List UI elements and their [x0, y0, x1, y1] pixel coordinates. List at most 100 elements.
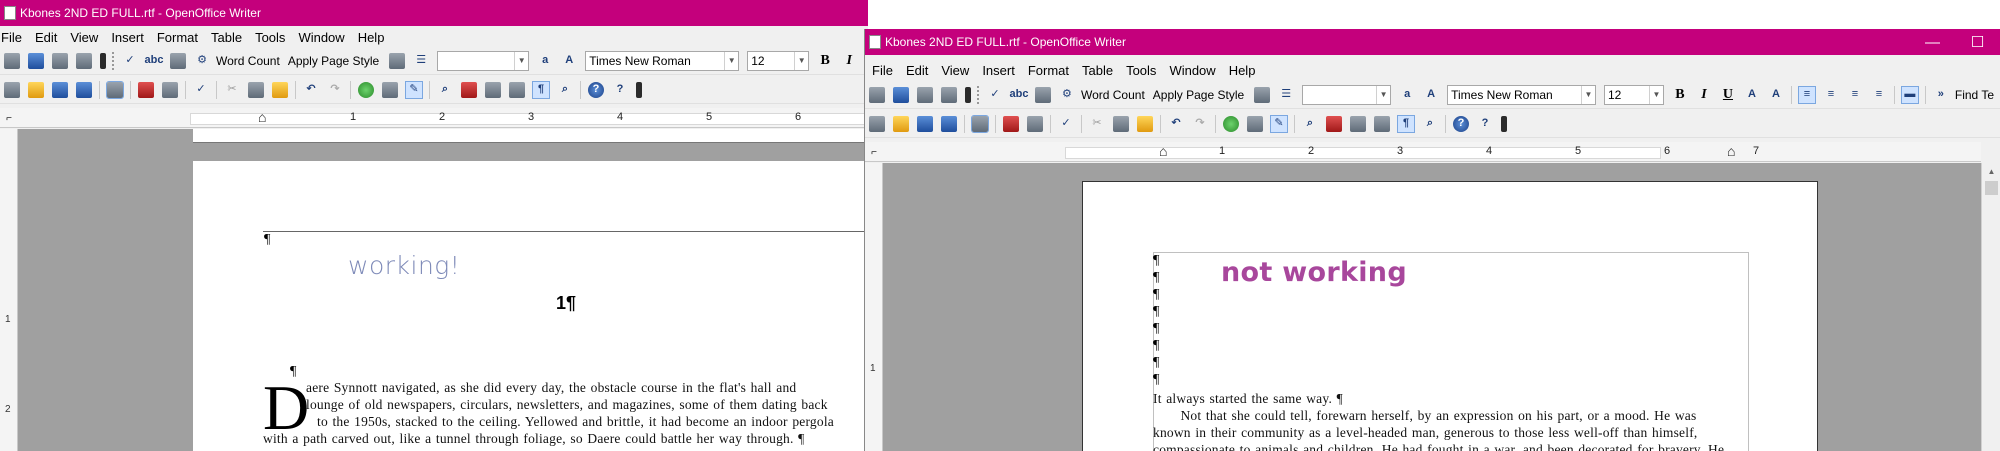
line-spacing-icon[interactable]: ▬	[1900, 85, 1919, 104]
more-tools-icon[interactable]: »	[1933, 87, 1949, 103]
left-menu-help[interactable]: Help	[351, 30, 391, 45]
working-text-image[interactable]: working!	[348, 251, 460, 280]
right-menu-format[interactable]: Format	[1021, 63, 1075, 78]
tab-type-icon[interactable]: ⌐	[865, 142, 883, 162]
spellcheck-icon[interactable]: ✓	[122, 53, 138, 69]
zoom-icon[interactable]: ⌕	[557, 82, 573, 98]
print-icon[interactable]	[917, 86, 933, 103]
toolbar-options-icon[interactable]	[100, 52, 106, 69]
navigator-icon[interactable]	[461, 81, 477, 98]
left-menu-view[interactable]: View	[63, 30, 104, 45]
right-page[interactable]: ¶ ¶ ¶ ¶ ¶ ¶ ¶ ¶ not working It always st…	[1082, 181, 1818, 451]
left-menu-format[interactable]: Format	[150, 30, 204, 45]
align-center-icon[interactable]: ≡	[1823, 87, 1839, 103]
style-combo[interactable]: ▼	[1302, 84, 1392, 105]
hyperlink-icon[interactable]	[1223, 115, 1239, 132]
align-left-icon[interactable]: ≡	[1797, 85, 1816, 104]
body-text-line[interactable]: lounge of old newspapers, circulars, new…	[306, 396, 828, 413]
body-text-line[interactable]: Not that she could tell, forewarn hersel…	[1153, 407, 1696, 424]
chevron-down-icon[interactable]: ▼	[1580, 85, 1595, 104]
right-maximize-button[interactable]: ☐	[1955, 29, 2000, 55]
left-menu-table[interactable]: Table	[204, 30, 248, 45]
right-title-bar[interactable]: Kbones 2ND ED FULL.rtf - OpenOffice Writ…	[865, 29, 2000, 55]
apply-page-style-button[interactable]: Apply Page Style	[288, 54, 379, 68]
paste-icon[interactable]	[272, 81, 288, 98]
word-count-icon[interactable]: ⚙	[1059, 87, 1075, 103]
left-menu-tools[interactable]: Tools	[248, 30, 291, 45]
tab-type-icon[interactable]: ⌐	[0, 108, 18, 128]
help-icon[interactable]: ?	[588, 81, 604, 98]
abc-icon[interactable]: A	[561, 53, 577, 69]
export-pdf-icon[interactable]	[138, 81, 154, 98]
spelling-icon[interactable]: ✓	[193, 82, 209, 98]
toolbar-handle[interactable]	[977, 85, 980, 104]
redo-icon[interactable]: ↷	[1192, 116, 1208, 132]
left-title-bar[interactable]: Kbones 2ND ED FULL.rtf - OpenOffice Writ…	[0, 0, 868, 26]
format-abc-icon[interactable]: a	[537, 53, 553, 69]
gallery-icon[interactable]	[1350, 115, 1366, 132]
hyperlink-icon[interactable]	[358, 81, 374, 98]
table-icon[interactable]	[1247, 115, 1263, 132]
toolbar-options-icon[interactable]	[1501, 115, 1507, 132]
edit-file-icon[interactable]	[106, 80, 124, 99]
autospell-icon[interactable]: abc	[1009, 87, 1028, 103]
ruler-indent-marker[interactable]: ⌂	[1159, 143, 1167, 159]
left-page-2[interactable]: ¶ working! 1¶ ¶ D aere Synnott navigated…	[193, 161, 868, 451]
save-icon[interactable]	[917, 115, 933, 132]
body-text-line[interactable]: to the 1950s, stacked to the ceiling. Ye…	[317, 413, 834, 430]
font-name-combo[interactable]: Times New Roman ▼	[585, 50, 740, 71]
right-menu-edit[interactable]: Edit	[899, 63, 934, 78]
right-menu-tools[interactable]: Tools	[1119, 63, 1162, 78]
open-folder-icon[interactable]	[28, 81, 44, 98]
page-number-field[interactable]: 1¶	[556, 293, 576, 314]
scrollbar-thumb[interactable]	[1985, 181, 1998, 195]
cut-icon[interactable]: ✂	[1089, 116, 1105, 132]
table-icon[interactable]	[382, 81, 398, 98]
autospell-icon[interactable]: abc	[145, 53, 164, 69]
abc-icon[interactable]: A	[1423, 87, 1439, 103]
right-menu-insert[interactable]: Insert	[975, 63, 1021, 78]
right-menu-window[interactable]: Window	[1162, 63, 1221, 78]
body-text-line[interactable]: It always started the same way. ¶	[1153, 390, 1343, 407]
spelling-icon[interactable]: ✓	[1058, 116, 1074, 132]
spellcheck-icon[interactable]: ✓	[987, 87, 1003, 103]
find-replace-icon[interactable]: ⌕	[1302, 116, 1318, 132]
left-menu-window[interactable]: Window	[291, 30, 350, 45]
left-menu-file[interactable]: File	[0, 30, 28, 45]
underline-icon[interactable]: U	[1720, 87, 1736, 103]
printer-icon[interactable]	[941, 86, 957, 103]
paste-icon[interactable]	[1137, 115, 1153, 132]
find-replace-icon[interactable]: ⌕	[437, 82, 453, 98]
monitor-icon[interactable]	[893, 86, 909, 103]
right-menu-table[interactable]: Table	[1075, 63, 1119, 78]
data-sources-icon[interactable]	[509, 81, 525, 98]
chevron-down-icon[interactable]: ▼	[794, 51, 808, 70]
right-menu-view[interactable]: View	[934, 63, 975, 78]
undo-icon[interactable]: ↶	[303, 82, 319, 98]
formatting-marks-icon[interactable]: ¶	[1397, 114, 1415, 133]
format-abc-icon[interactable]: a	[1399, 87, 1415, 103]
bold-icon[interactable]: B	[817, 53, 833, 69]
font-name-combo[interactable]: Times New Roman ▼	[1447, 84, 1596, 105]
left-document-area[interactable]: ¶ working! 1¶ ¶ D aere Synnott navigated…	[18, 129, 868, 451]
word-count-icon[interactable]: ⚙	[194, 53, 210, 69]
save-as-icon[interactable]	[941, 115, 957, 132]
italic-icon[interactable]: I	[1696, 87, 1712, 103]
left-menu-insert[interactable]: Insert	[104, 30, 150, 45]
paragraph-lines-icon[interactable]: ☰	[413, 53, 429, 69]
draw-functions-icon[interactable]: ✎	[1270, 114, 1288, 133]
left-horizontal-ruler[interactable]: ⌐ 1 2 3 4 5 6 ⌂	[0, 108, 868, 128]
bold-icon[interactable]: B	[1672, 87, 1688, 103]
chevron-down-icon[interactable]: ▼	[724, 51, 738, 70]
style-combo[interactable]: ▼	[437, 50, 530, 71]
redo-icon[interactable]: ↷	[327, 82, 343, 98]
word-count-button[interactable]: Word Count	[216, 54, 280, 68]
toolbar-handle[interactable]	[112, 51, 115, 70]
export-icon[interactable]	[4, 52, 20, 69]
page-style-icon[interactable]	[389, 52, 406, 69]
whats-this-icon[interactable]: ?	[1477, 116, 1493, 132]
apply-page-style-button[interactable]: Apply Page Style	[1153, 88, 1244, 102]
right-vertical-scrollbar[interactable]: ▲	[1981, 163, 2000, 451]
highlight-icon[interactable]: A	[1768, 87, 1784, 103]
undo-icon[interactable]: ↶	[1168, 116, 1184, 132]
